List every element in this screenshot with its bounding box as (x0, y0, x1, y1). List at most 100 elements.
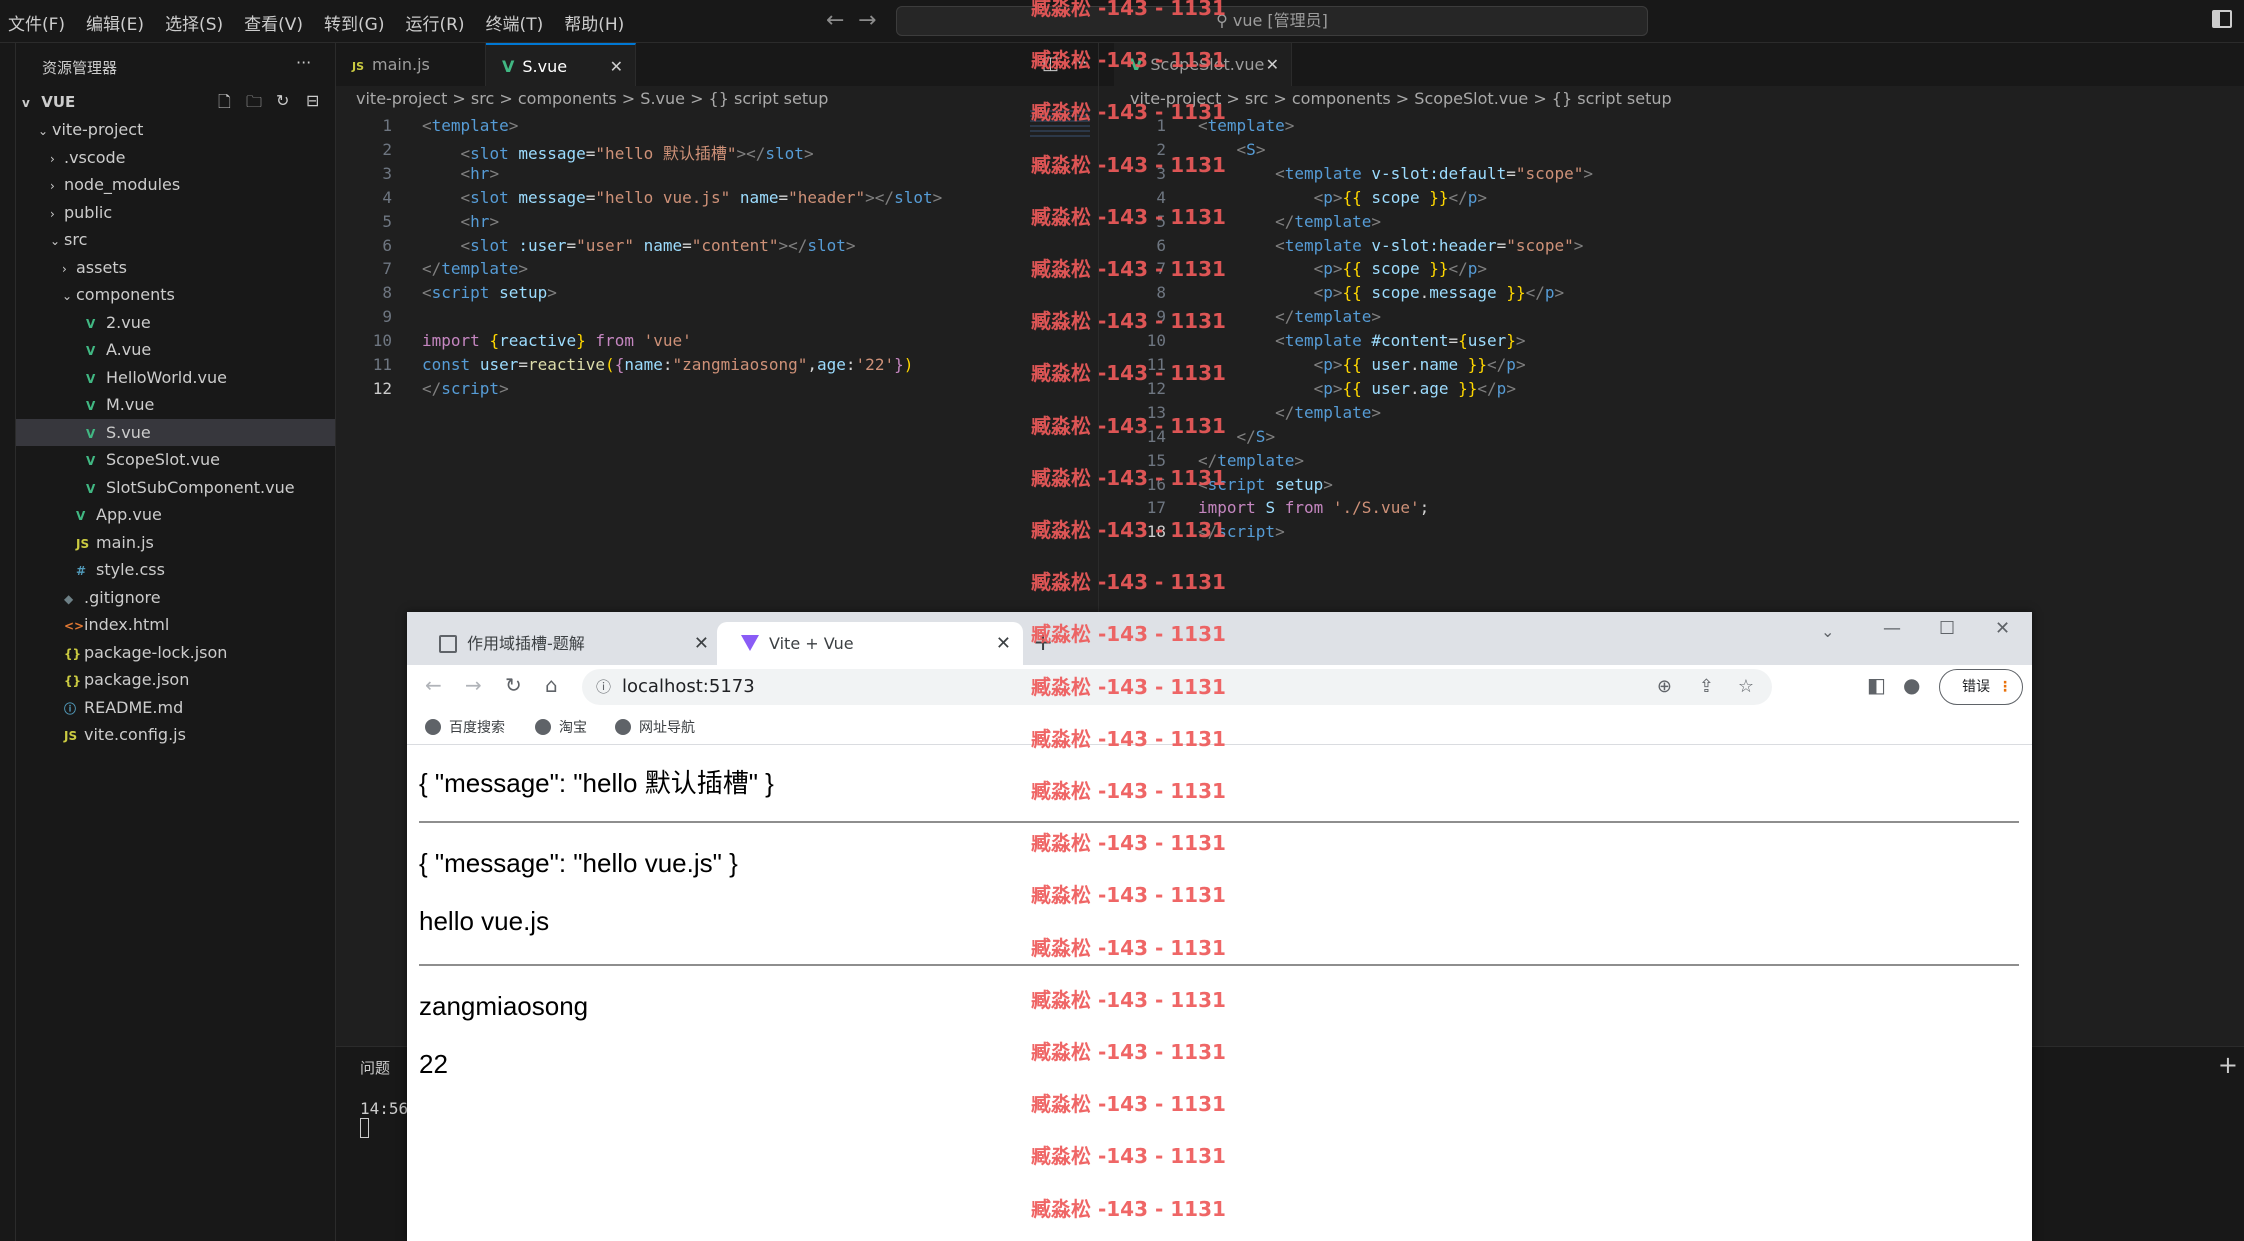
tree-item[interactable]: {} package-lock.json (16, 639, 335, 666)
error-button-label: 错误 (1962, 679, 1990, 695)
chevron-down-icon: ⌄ (50, 234, 61, 248)
terminal-cursor (360, 1118, 369, 1138)
watermark-text: 臧淼松 -143 - 1131 (1031, 622, 1226, 647)
home-icon[interactable]: ⌂ (545, 673, 558, 697)
minimize-icon[interactable]: — (1883, 618, 1901, 639)
tree-item[interactable]: V HelloWorld.vue (16, 364, 335, 391)
menu-view[interactable]: 查看(V) (244, 10, 303, 35)
browser-tab-1[interactable]: 作用域插槽-题解 ✕ (415, 622, 721, 665)
watermark-text: 臧淼松 -143 - 1131 (1031, 257, 1226, 281)
new-file-icon[interactable]: 🗋 (218, 91, 231, 118)
close-icon[interactable]: ✕ (1266, 43, 1279, 86)
tab-search-chevron-icon[interactable]: ⌄ (1821, 622, 1834, 641)
close-window-icon[interactable]: ✕ (1995, 618, 2010, 639)
watermark-text: 臧淼松 -143 - 1131 (1031, 935, 1226, 960)
menu-run[interactable]: 运行(R) (405, 10, 464, 35)
code-line: <p>{{ scope.message }}</p> (1313, 283, 1565, 303)
maximize-icon[interactable]: ☐ (1939, 618, 1955, 639)
tree-item[interactable]: ⓘ README.md (16, 694, 335, 721)
close-icon[interactable]: ✕ (610, 45, 623, 88)
share-icon[interactable]: ⇪ (1699, 669, 1714, 705)
tree-item[interactable]: › .vscode (16, 144, 335, 171)
tree-item-label: package-lock.json (84, 642, 228, 662)
tree-item[interactable]: › assets (16, 254, 335, 281)
zoom-icon[interactable]: ⊕ (1657, 669, 1672, 705)
tree-item[interactable]: JS vite.config.js (16, 721, 335, 748)
new-folder-icon[interactable]: 🗀 (246, 91, 262, 118)
breadcrumb-left[interactable]: vite-project > src > components > S.vue … (356, 89, 828, 108)
forward-arrow-icon[interactable]: → (858, 8, 876, 33)
error-button[interactable]: 错误 ⋮ (1939, 669, 2023, 705)
terminal-time: 14:56 (360, 1099, 409, 1118)
back-arrow-icon[interactable]: ← (826, 8, 844, 33)
vue-file-icon: V (86, 399, 96, 413)
tree-item[interactable]: ◆ .gitignore (16, 584, 335, 611)
collapse-all-icon[interactable]: ⊟ (306, 91, 319, 110)
watermark-text: 臧淼松 -143 - 1131 (1031, 987, 1226, 1012)
refresh-icon[interactable]: ↻ (276, 91, 289, 110)
bookmark-baidu[interactable]: 百度搜索 (425, 717, 505, 737)
profile-avatar-icon[interactable]: ● (1903, 673, 1920, 697)
vue-file-icon: V (86, 481, 96, 496)
tree-item[interactable]: V S.vue (16, 418, 335, 446)
explorer-sidebar: 资源管理器 ··· v VUE 🗋 🗀 ↻ ⊟ ⌄ vite-project › .v… (16, 43, 336, 1241)
tree-item[interactable]: V SlotSubComponent.vue (16, 474, 335, 501)
tree-item[interactable]: V 2.vue (16, 309, 335, 336)
tree-item-label: SlotSubComponent.vue (106, 477, 295, 497)
command-center[interactable]: ⚲ vue [管理员] (896, 6, 1648, 36)
site-info-icon[interactable]: ⓘ (596, 669, 611, 705)
close-icon[interactable]: ✕ (694, 622, 709, 665)
tree-item[interactable]: V M.vue (16, 391, 335, 418)
tab-main-js[interactable]: JS main.js (336, 43, 486, 86)
menu-selection[interactable]: 选择(S) (165, 10, 223, 35)
menu-terminal[interactable]: 终端(T) (486, 10, 544, 35)
watermark-text: 臧淼松 -143 - 1131 (1031, 309, 1226, 334)
forward-icon[interactable]: → (465, 673, 482, 697)
new-terminal-icon[interactable]: + (2218, 1051, 2238, 1079)
tree-item[interactable]: JS main.js (16, 529, 335, 556)
bookmark-nav[interactable]: 网址导航 (615, 717, 695, 737)
js-file-icon: JS (76, 536, 90, 551)
toggle-sidebar-icon[interactable] (2212, 10, 2232, 28)
watermark-text: 臧淼松 -143 - 1131 (1031, 883, 1226, 908)
menu-go[interactable]: 转到(G) (324, 10, 384, 35)
tree-item[interactable]: V A.vue (16, 336, 335, 363)
tree-item[interactable]: V App.vue (16, 501, 335, 528)
content-user-age: 22 (419, 1049, 448, 1079)
tree-item[interactable]: V ScopeSlot.vue (16, 446, 335, 473)
command-center-label: vue [管理员] (1232, 11, 1328, 30)
close-icon[interactable]: ✕ (996, 622, 1011, 665)
terminal-output[interactable]: 14:56 (360, 1099, 408, 1142)
bookmark-taobao[interactable]: 淘宝 (535, 717, 587, 737)
browser-tab-2-label: Vite + Vue (769, 634, 854, 653)
menu-help[interactable]: 帮助(H) (564, 10, 624, 35)
menu-file[interactable]: 文件(F) (8, 10, 65, 35)
tree-item[interactable]: # style.css (16, 556, 335, 583)
menu-edit[interactable]: 编辑(E) (86, 10, 144, 35)
vue-file-icon: V (502, 57, 515, 76)
tree-item[interactable]: ⌄ components (16, 281, 335, 308)
browser-tab-2[interactable]: Vite + Vue ✕ (717, 622, 1023, 665)
side-panel-icon[interactable]: ◧ (1867, 673, 1886, 697)
tree-item[interactable]: ⌄ src (16, 226, 335, 253)
line-number: 10 (372, 331, 392, 351)
chevron-right-icon: › (50, 179, 55, 193)
tree-item[interactable]: › public (16, 199, 335, 226)
tab-label: S.vue (522, 57, 568, 76)
back-icon[interactable]: ← (425, 673, 442, 697)
reload-icon[interactable]: ↻ (505, 673, 522, 697)
json-file-icon: {} (64, 646, 82, 661)
tree-item[interactable]: ⌄ vite-project (16, 116, 335, 143)
more-actions-icon[interactable]: ··· (296, 53, 311, 72)
json-file-icon: {} (64, 674, 82, 688)
bookmark-star-icon[interactable]: ☆ (1738, 669, 1754, 705)
menu-items: 文件(F) 编辑(E) 选择(S) 查看(V) 转到(G) 运行(R) 终端(T… (8, 10, 624, 35)
tab-s-vue[interactable]: V S.vue ✕ (486, 43, 636, 86)
vue-file-icon: V (86, 454, 96, 468)
watermark-text: 臧淼松 -143 - 1131 (1031, 518, 1226, 542)
tree-item-label: HelloWorld.vue (106, 367, 227, 387)
tree-item[interactable]: › node_modules (16, 171, 335, 198)
tree-item[interactable]: {} package.json (16, 666, 335, 693)
tree-item[interactable]: <>index.html (16, 611, 335, 638)
panel-tab-problems[interactable]: 问题 (360, 1057, 390, 1078)
